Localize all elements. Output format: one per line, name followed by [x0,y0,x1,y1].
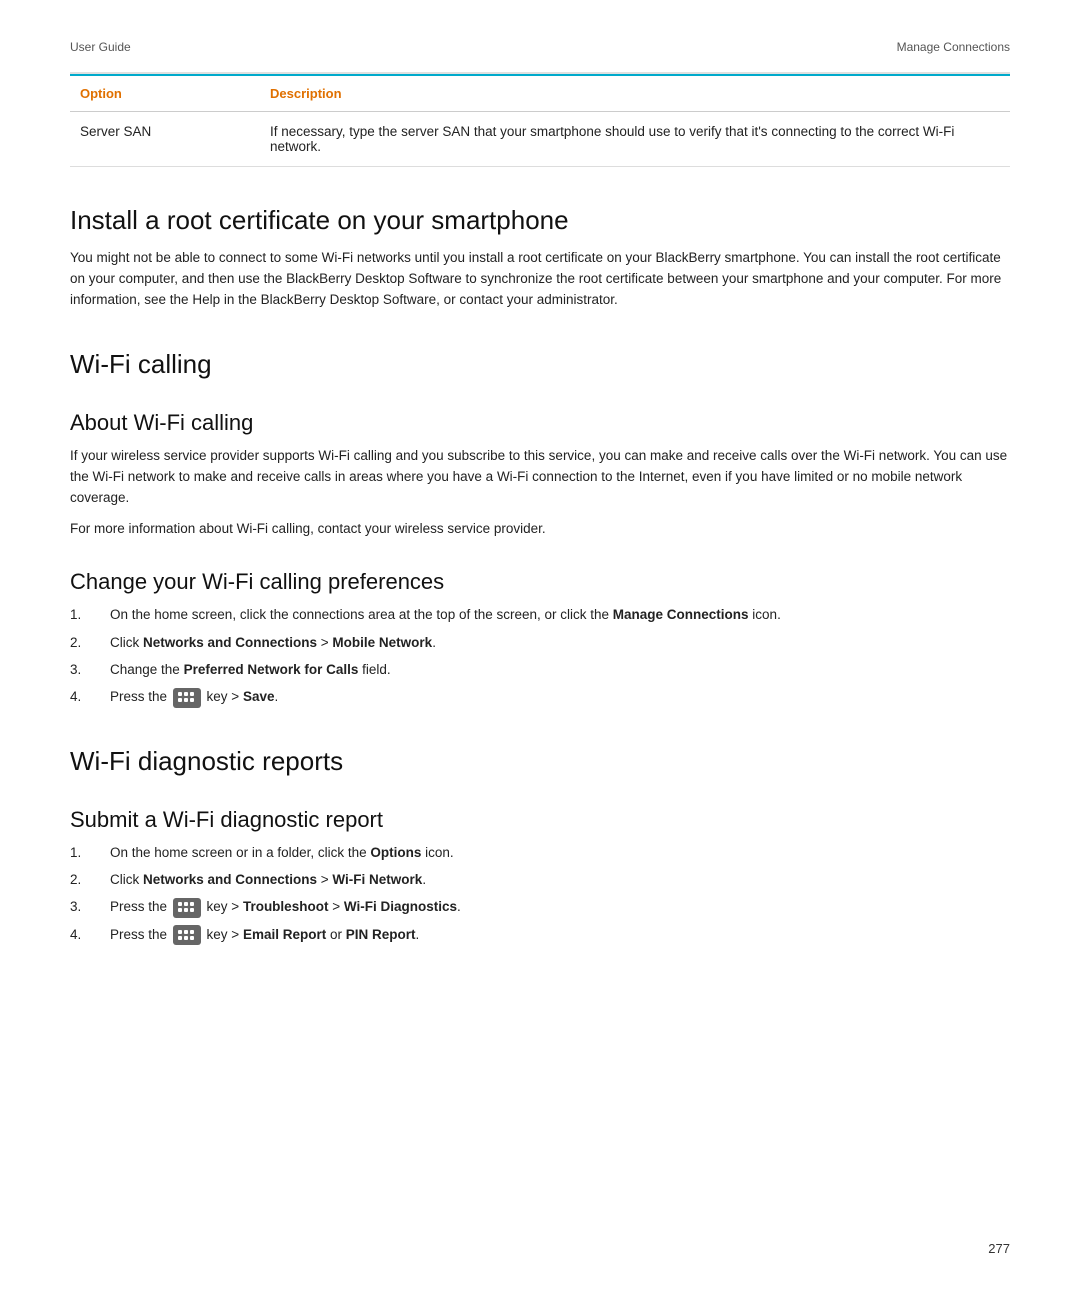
step-content: Press the key > Troubleshoot > Wi-Fi Dia… [110,897,1010,917]
list-item: 4.Press the key > Email Report or PIN Re… [70,925,1010,945]
section-heading-submit-wifi-diagnostic: Submit a Wi-Fi diagnostic report [70,807,1010,833]
bold-text: Options [370,845,421,860]
list-item: 4.Press the key > Save. [70,687,1010,707]
header-right: Manage Connections [897,40,1010,54]
bold-text: Wi-Fi Diagnostics [344,899,457,914]
section-heading-install-root-cert: Install a root certificate on your smart… [70,205,1010,236]
table-row: Server SANIf necessary, type the server … [70,112,1010,167]
section-heading-wifi-diagnostic: Wi-Fi diagnostic reports [70,746,1010,777]
bb-key-icon [173,688,201,708]
list-item: 2.Click Networks and Connections > Mobil… [70,633,1010,653]
step-content: Change the Preferred Network for Calls f… [110,660,1010,680]
bold-text: Preferred Network for Calls [184,662,359,677]
body-paragraph: For more information about Wi-Fi calling… [70,519,1010,540]
col-option: Option [70,75,270,112]
list-item: 2.Click Networks and Connections > Wi-Fi… [70,870,1010,890]
step-number: 4. [70,925,110,945]
bold-text: Email Report [243,927,326,942]
step-content: Press the key > Email Report or PIN Repo… [110,925,1010,945]
step-number: 2. [70,633,110,653]
step-number: 3. [70,897,110,917]
description-cell: If necessary, type the server SAN that y… [270,112,1010,167]
header-left: User Guide [70,40,131,54]
step-content: Click Networks and Connections > Mobile … [110,633,1010,653]
list-item: 3.Change the Preferred Network for Calls… [70,660,1010,680]
list-item: 1.On the home screen or in a folder, cli… [70,843,1010,863]
steps-list-change-wifi-calling: 1.On the home screen, click the connecti… [70,605,1010,707]
step-content: On the home screen, click the connection… [110,605,1010,625]
bold-text: Troubleshoot [243,899,329,914]
list-item: 3.Press the key > Troubleshoot > Wi-Fi D… [70,897,1010,917]
step-number: 1. [70,605,110,625]
main-content: Install a root certificate on your smart… [70,205,1010,945]
bold-text: Manage Connections [613,607,749,622]
option-cell: Server SAN [70,112,270,167]
steps-list-submit-wifi-diagnostic: 1.On the home screen or in a folder, cli… [70,843,1010,945]
bb-key-icon [173,925,201,945]
body-paragraph: You might not be able to connect to some… [70,248,1010,311]
section-heading-about-wifi-calling: About Wi-Fi calling [70,410,1010,436]
step-number: 2. [70,870,110,890]
list-item: 1.On the home screen, click the connecti… [70,605,1010,625]
table-header: Option Description [70,75,1010,112]
table-body: Server SANIf necessary, type the server … [70,112,1010,167]
step-number: 4. [70,687,110,707]
page-number: 277 [988,1241,1010,1256]
page-header: User Guide Manage Connections [70,40,1010,54]
bold-text: Save [243,689,275,704]
bold-text: Networks and Connections [143,872,317,887]
bb-key-icon [173,898,201,918]
options-table: Option Description Server SANIf necessar… [70,74,1010,167]
step-content: Press the key > Save. [110,687,1010,707]
step-number: 3. [70,660,110,680]
step-content: Click Networks and Connections > Wi-Fi N… [110,870,1010,890]
bold-text: PIN Report [346,927,416,942]
section-heading-change-wifi-calling: Change your Wi-Fi calling preferences [70,569,1010,595]
step-content: On the home screen or in a folder, click… [110,843,1010,863]
bold-text: Wi-Fi Network [332,872,422,887]
section-heading-wifi-calling: Wi-Fi calling [70,349,1010,380]
col-description: Description [270,75,1010,112]
bold-text: Networks and Connections [143,635,317,650]
bold-text: Mobile Network [332,635,432,650]
step-number: 1. [70,843,110,863]
body-paragraph: If your wireless service provider suppor… [70,446,1010,509]
